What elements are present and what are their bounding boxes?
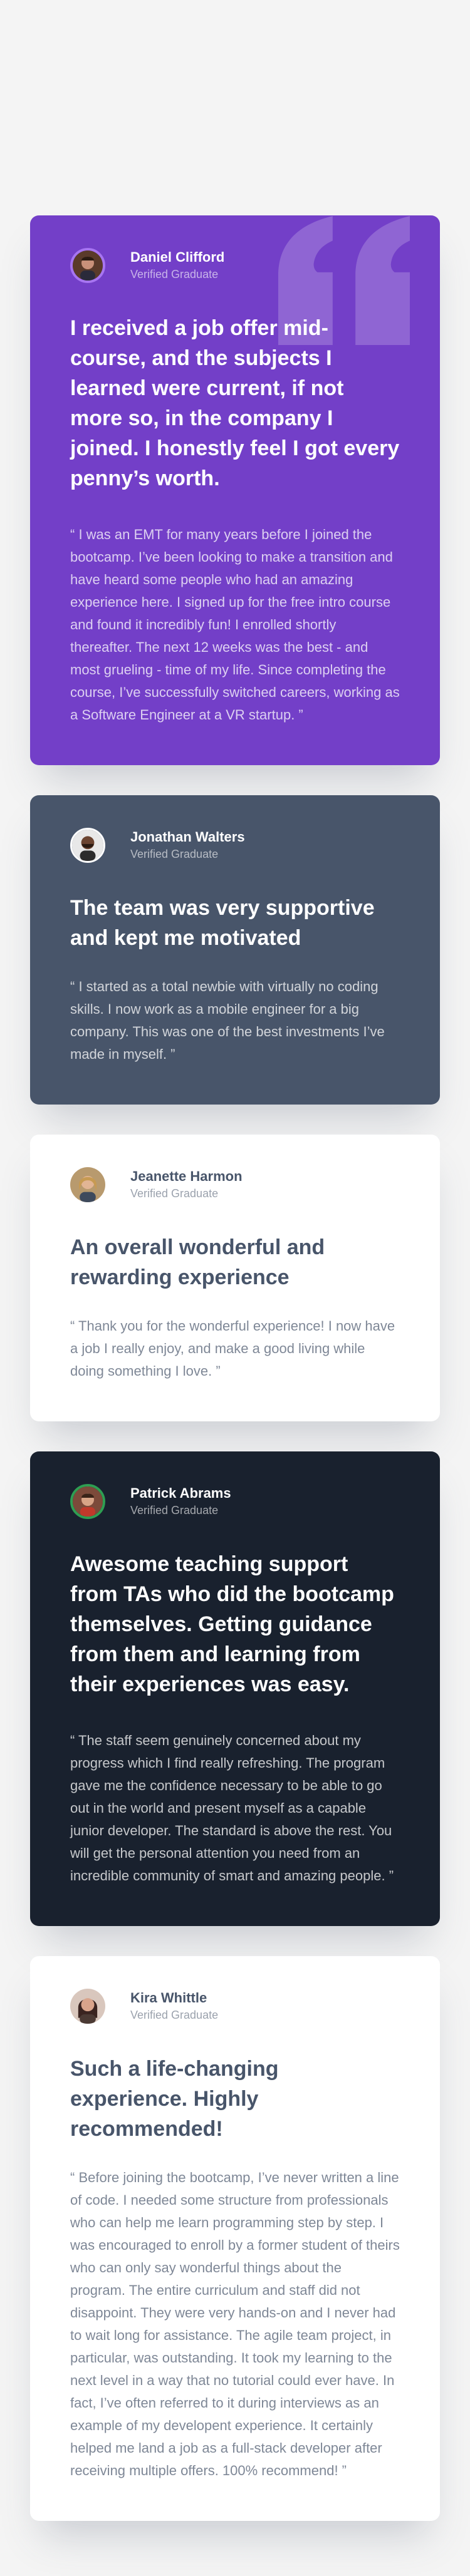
testimonial-card-patrick: Patrick Abrams Verified Graduate Awesome… bbox=[30, 1451, 440, 1926]
testimonial-headline: Such a life-changing experience. Highly … bbox=[70, 2057, 279, 2141]
author-name: Patrick Abrams bbox=[130, 1485, 231, 1501]
author-block: Kira Whittle Verified Graduate bbox=[70, 1989, 400, 2024]
author-role: Verified Graduate bbox=[130, 848, 219, 860]
testimonial-headline: The team was very supportive and kept me… bbox=[70, 896, 375, 950]
avatar bbox=[70, 1989, 105, 2024]
author-block: Jonathan Walters Verified Graduate bbox=[70, 828, 400, 863]
avatar bbox=[70, 1484, 105, 1519]
author-role: Verified Graduate bbox=[130, 1187, 219, 1200]
testimonial-body: “ I started as a total newbie with virtu… bbox=[70, 979, 385, 1062]
author-role: Verified Graduate bbox=[130, 268, 219, 281]
avatar-patrick-image bbox=[73, 1486, 103, 1517]
author-block: Jeanette Harmon Verified Graduate bbox=[70, 1167, 400, 1202]
author-role: Verified Graduate bbox=[130, 1504, 219, 1517]
avatar-jeanette-image bbox=[70, 1167, 105, 1202]
author-name: Jonathan Walters bbox=[130, 829, 245, 845]
author-name: Kira Whittle bbox=[130, 1990, 207, 2006]
testimonial-card-kira: Kira Whittle Verified Graduate Such a li… bbox=[30, 1956, 440, 2521]
avatar-jonathan-image bbox=[72, 830, 103, 861]
author-block: Patrick Abrams Verified Graduate bbox=[70, 1484, 400, 1519]
testimonial-body: “ Thank you for the wonderful experience… bbox=[70, 1318, 395, 1379]
testimonial-body: “ The staff seem genuinely concerned abo… bbox=[70, 1733, 394, 1883]
author-role: Verified Graduate bbox=[130, 2009, 219, 2021]
testimonial-headline: I received a job offer mid-course, and t… bbox=[70, 316, 400, 490]
testimonial-headline: Awesome teaching support from TAs who di… bbox=[70, 1552, 394, 1696]
testimonial-body: “ Before joining the bootcamp, I’ve neve… bbox=[70, 2170, 400, 2478]
avatar bbox=[70, 1167, 105, 1202]
avatar bbox=[70, 828, 105, 863]
author-name: Jeanette Harmon bbox=[130, 1168, 243, 1184]
testimonial-body: “ I was an EMT for many years before I j… bbox=[70, 527, 400, 723]
author-name: Daniel Clifford bbox=[130, 249, 225, 265]
testimonial-card-jonathan: Jonathan Walters Verified Graduate The t… bbox=[30, 795, 440, 1105]
avatar-kira-image bbox=[70, 1989, 105, 2024]
testimonial-headline: An overall wonderful and rewarding exper… bbox=[70, 1235, 325, 1289]
avatar bbox=[70, 248, 105, 283]
avatar-daniel-image bbox=[73, 250, 103, 281]
testimonial-card-daniel: Daniel Clifford Verified Graduate I rece… bbox=[30, 215, 440, 765]
author-block: Daniel Clifford Verified Graduate bbox=[70, 248, 400, 283]
testimonial-card-jeanette: Jeanette Harmon Verified Graduate An ove… bbox=[30, 1135, 440, 1421]
